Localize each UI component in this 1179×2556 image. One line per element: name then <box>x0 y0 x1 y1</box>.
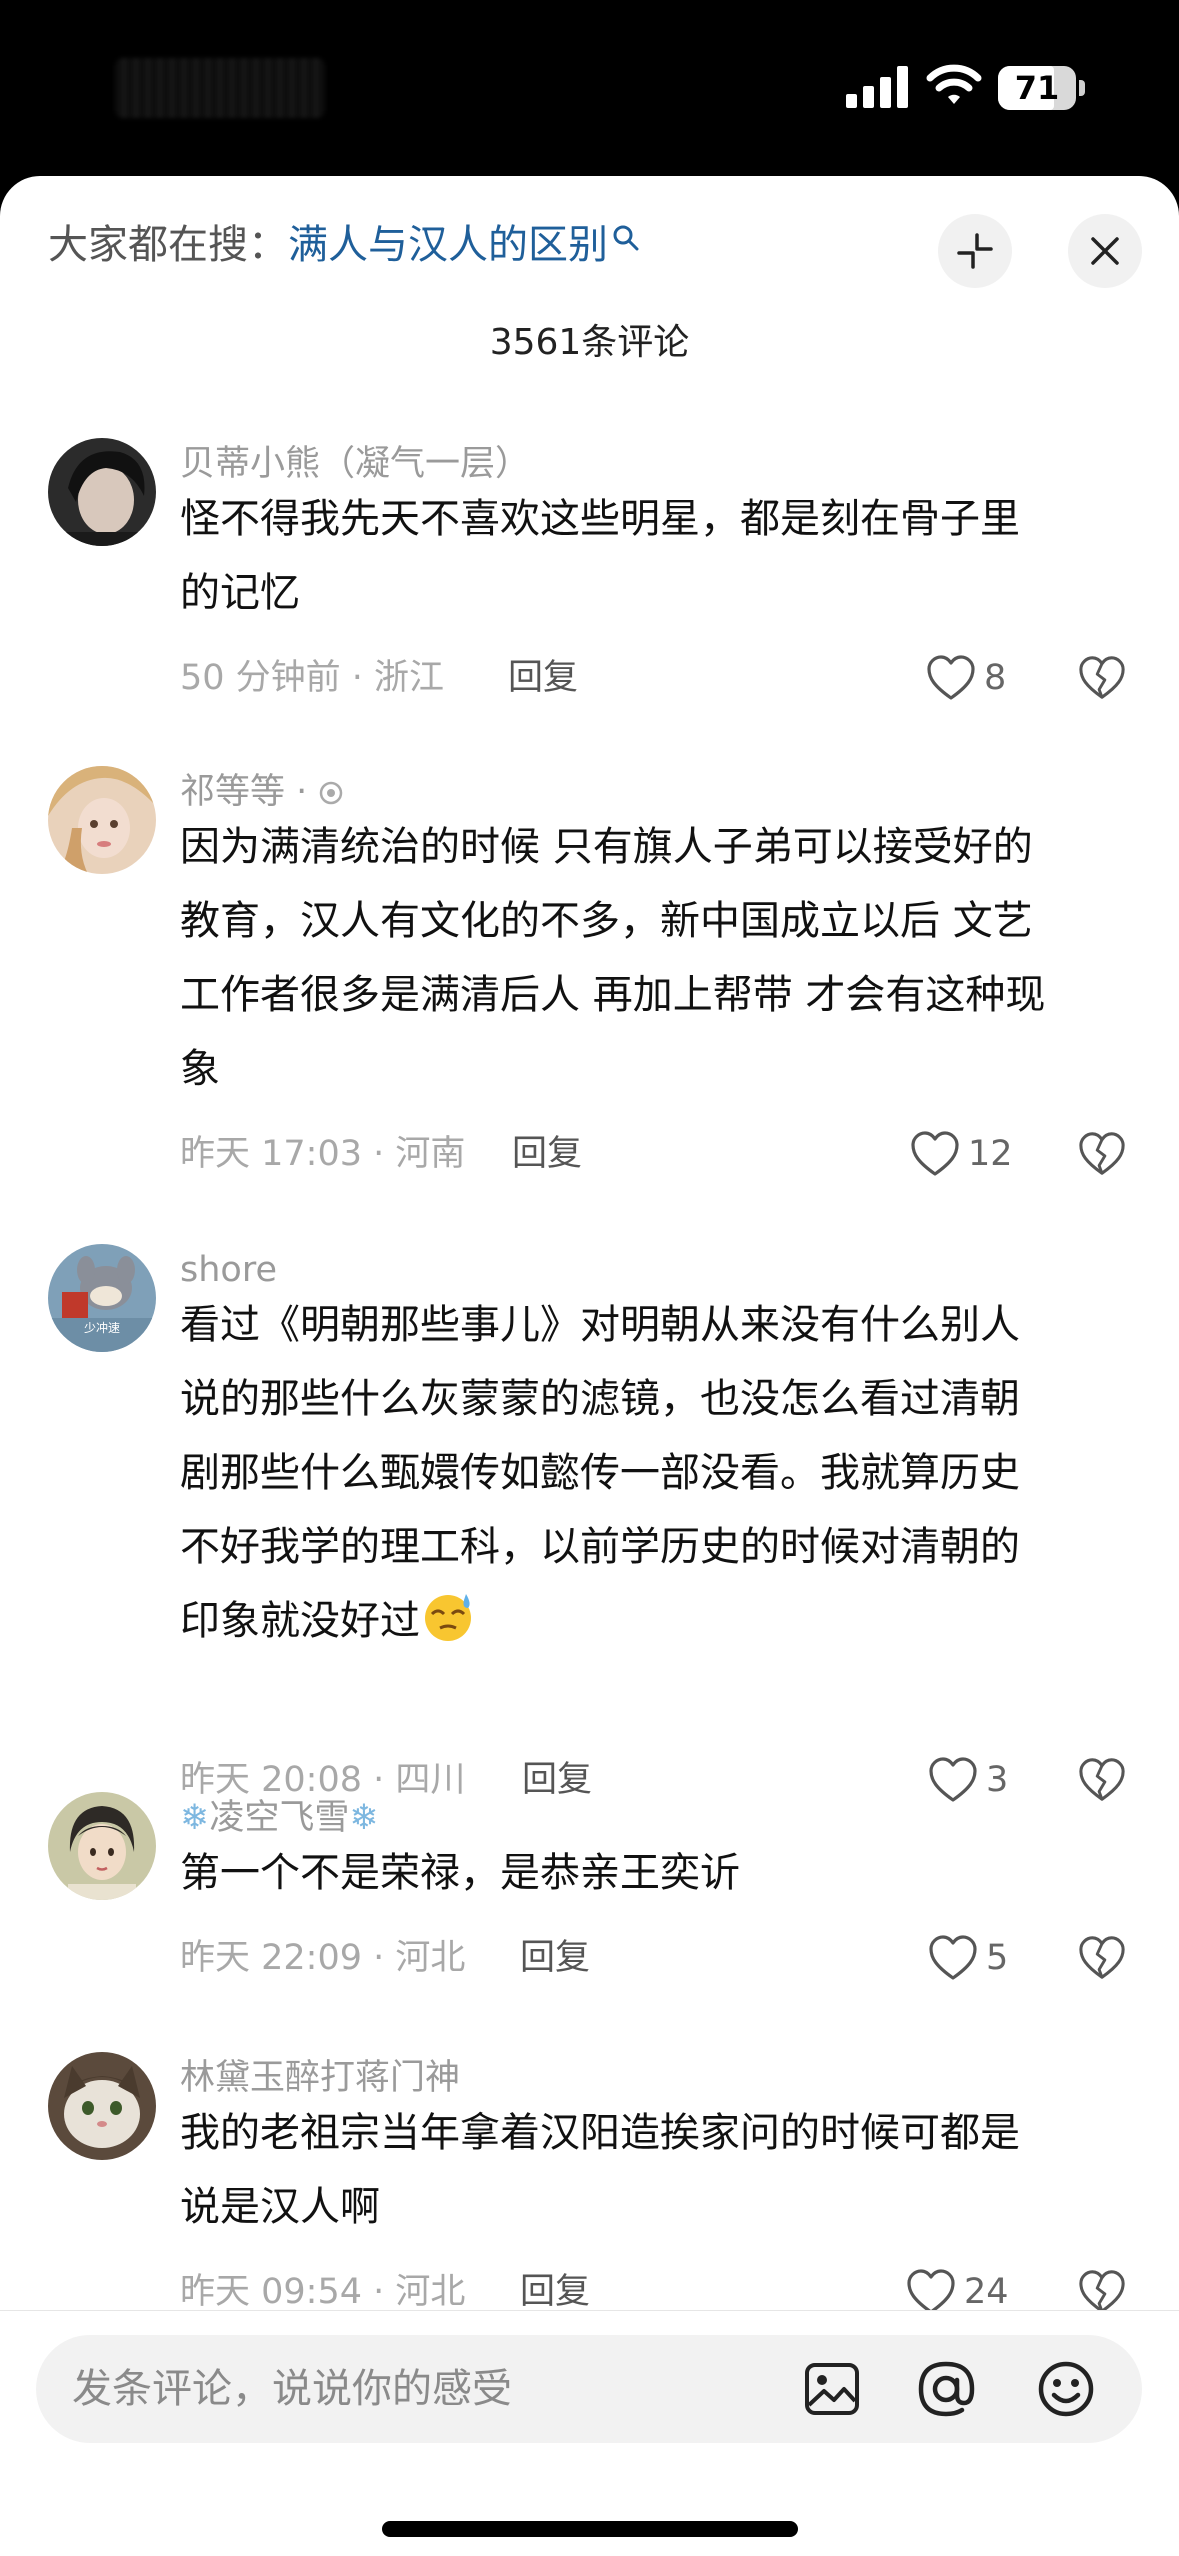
emoji-icon[interactable] <box>1036 2359 1096 2419</box>
broken-heart-icon[interactable] <box>1078 1934 1126 1982</box>
broken-heart-icon[interactable] <box>1078 654 1126 702</box>
close-button[interactable] <box>1068 214 1142 288</box>
avatar[interactable]: 少冲速 <box>48 1244 156 1352</box>
username[interactable]: 贝蒂小熊（凝气一层） <box>180 440 530 488</box>
heart-icon <box>907 2269 955 2314</box>
comments-sheet: 大家都在搜：满人与汉人的区别 3561条评论 贝蒂小熊（凝气一层） 怪不得我先天… <box>0 176 1179 2556</box>
battery-icon: 71 <box>998 66 1076 110</box>
battery-tip <box>1079 80 1085 96</box>
broken-heart-icon[interactable] <box>1078 1756 1126 1804</box>
comment-text: 怪不得我先天不喜欢这些明星，都是刻在骨子里 的记忆 <box>180 496 1020 616</box>
like-count: 24 <box>964 2272 1009 2312</box>
like-count: 8 <box>984 658 1007 698</box>
username[interactable]: 林黛玉醉打蒋门神 <box>180 2054 460 2102</box>
heart-icon <box>929 1935 977 1980</box>
level-badge-icon <box>320 781 343 805</box>
like-count: 5 <box>986 1938 1009 1978</box>
avatar[interactable] <box>48 2052 156 2160</box>
reply-button[interactable]: 回复 <box>512 1130 582 1178</box>
comment-text: 因为满清统治的时候 只有旗人子弟可以接受好的 教育，汉人有文化的不多，新中国成立… <box>180 824 1046 1092</box>
broken-heart-icon[interactable] <box>1078 2268 1126 2316</box>
status-time-blurred <box>115 58 325 118</box>
username[interactable]: ❄凌空飞雪❄ <box>180 1794 379 1842</box>
heart-icon <box>927 655 975 700</box>
signal-icon <box>846 66 908 108</box>
reply-button[interactable]: 回复 <box>508 654 578 702</box>
collapse-icon <box>957 233 993 269</box>
reply-button[interactable]: 回复 <box>520 1934 590 1982</box>
battery-level: 71 <box>1014 69 1060 107</box>
avatar-caption: 少冲速 <box>84 1320 120 1335</box>
comment-input[interactable]: 发条评论，说说你的感受 <box>36 2335 1142 2443</box>
comment-text: 我的老祖宗当年拿着汉阳造挨家问的时候可都是 说是汉人啊 <box>180 2110 1020 2230</box>
collapse-button[interactable] <box>938 214 1012 288</box>
snowflake-icon: ❄ <box>349 1798 379 1838</box>
search-icon <box>613 225 639 251</box>
username[interactable]: shore <box>180 1246 277 1294</box>
reply-button[interactable]: 回复 <box>520 2268 590 2316</box>
reply-button[interactable]: 回复 <box>522 1756 592 1804</box>
at-icon[interactable] <box>916 2359 976 2419</box>
close-icon <box>1091 237 1119 265</box>
heart-icon <box>911 1131 959 1176</box>
wifi-icon <box>926 64 982 104</box>
image-icon[interactable] <box>802 2359 862 2419</box>
comment-text: 第一个不是荣禄，是恭亲王奕䜣 <box>180 1850 740 1896</box>
comment-meta: 昨天 09:54 · 河北 <box>180 2272 466 2312</box>
heart-icon <box>929 1757 977 1802</box>
comment-count: 3561条评论 <box>489 322 690 363</box>
search-query-link[interactable]: 满人与汉人的区别 <box>288 222 608 268</box>
broken-heart-icon[interactable] <box>1078 1130 1126 1178</box>
comment-input-bar: 发条评论，说说你的感受 <box>0 2310 1179 2556</box>
comment-input-placeholder: 发条评论，说说你的感受 <box>72 2366 512 2412</box>
like-count: 3 <box>986 1760 1009 1800</box>
comment-meta: 昨天 22:09 · 河北 <box>180 1938 466 1978</box>
sweat-emoji-icon <box>425 1594 471 1641</box>
status-bar: 71 <box>0 0 1179 176</box>
username[interactable]: 祁等等 · <box>180 768 344 816</box>
avatar[interactable] <box>48 1792 156 1900</box>
comment-meta: 50 分钟前 · 浙江 <box>180 658 445 698</box>
like-count: 12 <box>968 1134 1013 1174</box>
avatar[interactable] <box>48 438 156 546</box>
snowflake-icon: ❄ <box>180 1798 210 1838</box>
avatar[interactable] <box>48 766 156 874</box>
comment-text: 看过《明朝那些事儿》对明朝从来没有什么别人 说的那些什么灰蒙蒙的滤镜，也没怎么看… <box>180 1302 1020 1644</box>
comment-meta: 昨天 17:03 · 河南 <box>180 1134 466 1174</box>
trending-search[interactable]: 大家都在搜：满人与汉人的区别 <box>48 218 640 272</box>
home-indicator[interactable] <box>382 2521 798 2537</box>
search-prefix: 大家都在搜： <box>48 222 288 268</box>
